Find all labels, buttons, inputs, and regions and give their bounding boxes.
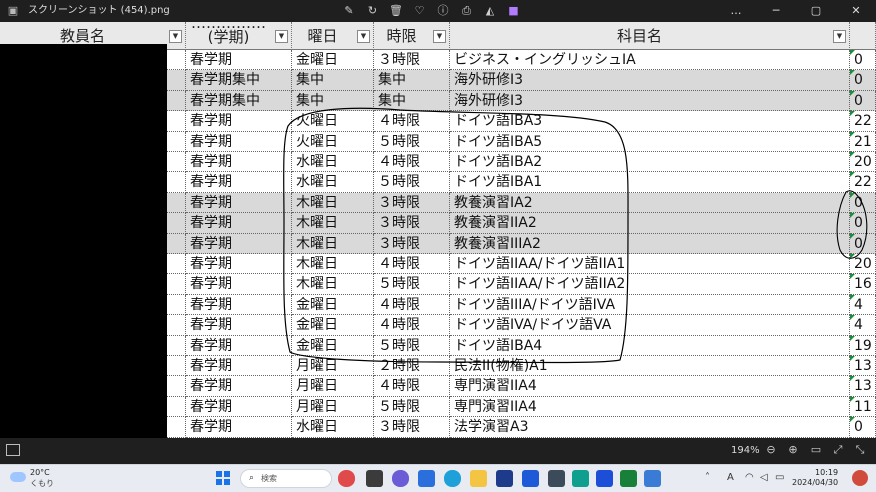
cloud-icon: [10, 472, 26, 482]
clipchamp-icon[interactable]: ■: [503, 0, 525, 22]
clock-time: 10:19: [815, 468, 839, 477]
annotation-layer: [283, 107, 868, 364]
edit-icon[interactable]: ◭: [479, 0, 501, 22]
search-placeholder: 検索: [261, 474, 277, 483]
outlook-icon[interactable]: [596, 470, 613, 487]
weather-temp: 20°C: [30, 468, 50, 477]
fit-window-icon[interactable]: ▭: [808, 442, 824, 458]
mail-icon[interactable]: [418, 470, 435, 487]
strawberry-icon[interactable]: [338, 470, 355, 487]
wifi-icon[interactable]: ◠: [745, 472, 754, 484]
photos-icon[interactable]: [644, 470, 661, 487]
notification-icon[interactable]: [852, 470, 868, 486]
minimize-button[interactable]: ─: [756, 0, 796, 22]
more-options-button[interactable]: …: [716, 0, 756, 22]
expand-icon[interactable]: ⤡: [852, 442, 868, 458]
print-icon[interactable]: ⎙: [456, 0, 478, 22]
status-bar: 194% ⊖ ⊕ ▭ ⤢ ⤡: [0, 438, 876, 464]
app-icon[interactable]: [548, 470, 565, 487]
viewer-toolbar: ✎ ↻ 🗑 ♡ ⓘ ⎙ ◭ ■: [338, 0, 526, 22]
filmstrip-icon[interactable]: [6, 444, 20, 456]
copilot-icon[interactable]: [392, 470, 409, 487]
taskbar-search[interactable]: ⌕ 検索: [240, 469, 332, 488]
fullscreen-icon[interactable]: ⤢: [830, 442, 846, 458]
close-button[interactable]: ✕: [836, 0, 876, 22]
battery-icon[interactable]: ▭: [775, 472, 784, 484]
delete-icon[interactable]: 🗑: [385, 0, 407, 22]
excel-icon[interactable]: [620, 470, 637, 487]
chevron-up-icon[interactable]: ˄: [705, 472, 710, 484]
info-icon[interactable]: ⓘ: [432, 0, 454, 22]
start-button[interactable]: [216, 471, 230, 485]
file-explorer-icon[interactable]: [470, 470, 487, 487]
weather-desc: くもり: [30, 479, 54, 488]
window-title: スクリーンショット (454).png: [28, 5, 170, 16]
title-bar: ▣ スクリーンショット (454).png ✎ ↻ 🗑 ♡ ⓘ ⎙ ◭ ■ … …: [0, 0, 876, 22]
maximize-button[interactable]: ▢: [796, 0, 836, 22]
word-icon[interactable]: [522, 470, 539, 487]
app-icon[interactable]: [572, 470, 589, 487]
clock-date: 2024/04/30: [792, 478, 839, 487]
search-icon: ⌕: [249, 473, 255, 483]
ime-indicator[interactable]: A: [727, 472, 734, 484]
zoom-out-icon[interactable]: ⊖: [763, 442, 779, 458]
photos-app-icon: ▣: [7, 4, 19, 17]
hand-drawn-ellipse: [836, 190, 868, 259]
task-view-icon[interactable]: [366, 470, 383, 487]
window-controls: … ─ ▢ ✕: [716, 0, 876, 22]
volume-icon[interactable]: ◁: [760, 472, 768, 484]
crop-icon[interactable]: ✎: [338, 0, 360, 22]
screenshot-image: 教員名 ▼ …………… (学期) ▼ 曜日 ▼ 時限 ▼ 科目名 ▼ 春学期 金曜…: [0, 22, 876, 438]
edge-icon[interactable]: [444, 470, 461, 487]
rotate-icon[interactable]: ↻: [362, 0, 384, 22]
zoom-in-icon[interactable]: ⊕: [785, 442, 801, 458]
zoom-level: 194%: [731, 445, 760, 456]
taskbar: 20°C くもり ⌕ 検索 ˄ A ◠ ◁ ▭ 10:19 2024/04/30: [0, 464, 876, 492]
favorite-icon[interactable]: ♡: [409, 0, 431, 22]
clock[interactable]: 10:19 2024/04/30: [792, 468, 838, 488]
hand-drawn-outline: [283, 107, 629, 364]
teams-icon[interactable]: [496, 470, 513, 487]
